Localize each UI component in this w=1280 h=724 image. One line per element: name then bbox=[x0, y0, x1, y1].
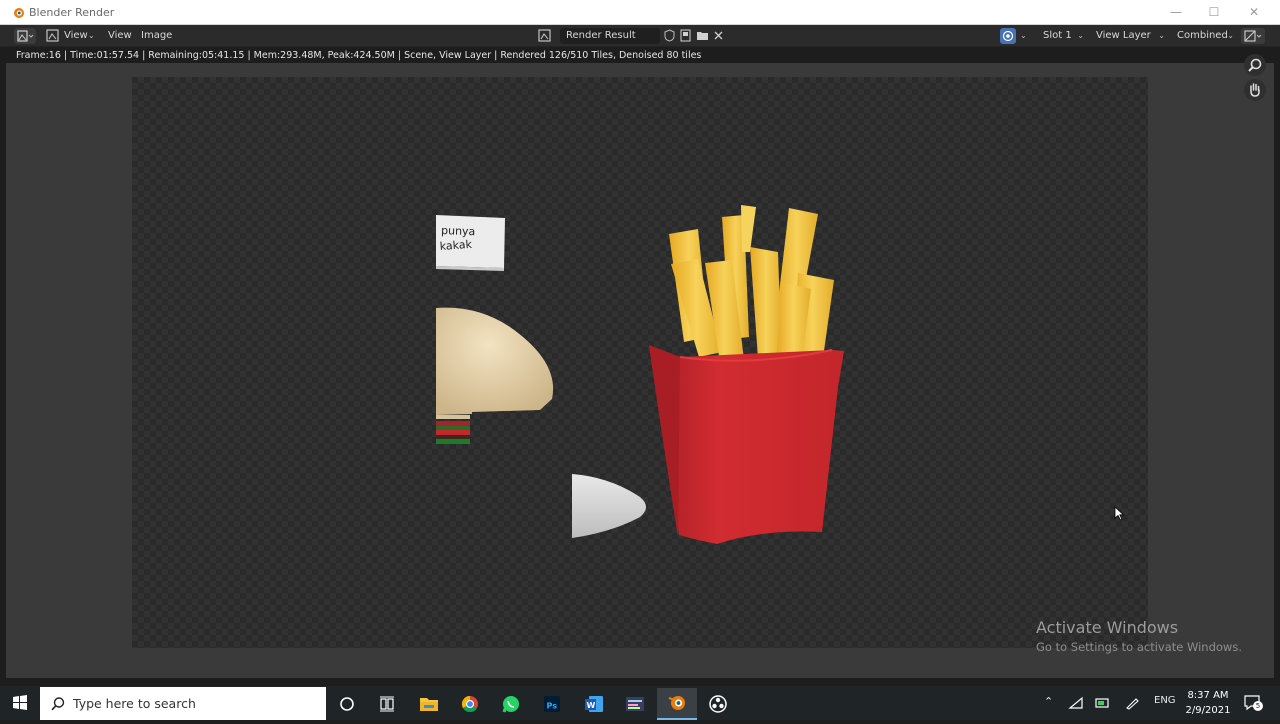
label-text-line-1: punya bbox=[441, 224, 476, 238]
image-editor-icon bbox=[17, 30, 34, 42]
mouse-cursor-icon bbox=[1114, 506, 1125, 521]
file-explorer-button[interactable] bbox=[409, 688, 449, 720]
image-menu[interactable]: Image bbox=[141, 29, 172, 43]
chrome-button[interactable] bbox=[450, 688, 490, 720]
view-menu-2[interactable]: View bbox=[108, 29, 132, 43]
pen-icon[interactable] bbox=[1124, 696, 1140, 710]
view-layer-dropdown[interactable]: View Layer ⌄ bbox=[1089, 28, 1169, 44]
word-button[interactable]: W bbox=[574, 688, 614, 720]
obs-icon bbox=[709, 695, 727, 713]
maximize-button[interactable]: ☐ bbox=[1196, 3, 1232, 22]
browse-image-icon[interactable] bbox=[538, 29, 551, 42]
render-result-canvas[interactable]: punya kakak bbox=[132, 77, 1148, 648]
app-icon bbox=[626, 697, 644, 711]
open-image-icon[interactable] bbox=[696, 29, 709, 42]
chevron-down-icon: ⌄ bbox=[1227, 31, 1234, 40]
pan-hand-icon bbox=[1250, 83, 1260, 97]
activate-windows-title: Activate Windows bbox=[1036, 618, 1179, 637]
render-stats: Frame:16 | Time:01:57.54 | Remaining:05:… bbox=[16, 50, 702, 61]
burger bbox=[436, 307, 554, 444]
chevron-down-icon: ⌄ bbox=[1158, 31, 1165, 40]
close-icon[interactable] bbox=[712, 29, 725, 42]
clock-date: 2/9/2021 bbox=[1185, 705, 1231, 716]
render-pass-label: Combined bbox=[1177, 30, 1228, 41]
search-placeholder: Type here to search bbox=[73, 696, 196, 711]
notification-count-badge: 5 bbox=[1253, 701, 1263, 711]
blender-logo-icon bbox=[14, 8, 24, 18]
render-image: punya kakak bbox=[436, 205, 844, 544]
task-view-button[interactable] bbox=[367, 688, 407, 720]
svg-text:Ps: Ps bbox=[547, 702, 558, 711]
clock-time: 8:37 AM bbox=[1187, 690, 1229, 701]
blender-icon bbox=[668, 696, 685, 710]
chevron-down-icon: ⌄ bbox=[88, 31, 95, 40]
windows-start-icon bbox=[13, 695, 27, 710]
pan-button[interactable] bbox=[1244, 79, 1266, 101]
view-menu[interactable]: View bbox=[64, 29, 88, 43]
label-text-line-2: kakak bbox=[439, 238, 473, 253]
french-fries bbox=[669, 205, 834, 372]
task-view-icon bbox=[380, 696, 394, 712]
channels-icon bbox=[1244, 30, 1262, 42]
close-window-button[interactable]: ✕ bbox=[1236, 3, 1272, 22]
file-explorer-icon bbox=[420, 698, 438, 711]
activate-windows-subtitle: Go to Settings to activate Windows. bbox=[1036, 640, 1242, 654]
cortana-button[interactable] bbox=[327, 688, 367, 720]
view-layer-label: View Layer bbox=[1096, 30, 1151, 41]
windows-taskbar: Type here to search Ps W ⌃ ENG 8:37 AM 2… bbox=[0, 686, 1280, 720]
display-channels-icon bbox=[1002, 30, 1014, 42]
image-editor-header: View ⌄ View Image Render Result ⌄ Slot 1… bbox=[0, 25, 1280, 47]
plate bbox=[572, 474, 646, 538]
slot-dropdown[interactable]: Slot 1 ⌄ bbox=[1036, 28, 1088, 44]
notifications-button[interactable]: 5 bbox=[1242, 694, 1264, 712]
start-button[interactable] bbox=[0, 686, 40, 720]
render-pass-dropdown[interactable]: Combined ⌄ bbox=[1170, 28, 1238, 44]
image-name-field[interactable]: Render Result bbox=[560, 28, 660, 44]
new-image-icon[interactable] bbox=[679, 29, 692, 42]
svg-text:W: W bbox=[587, 701, 596, 710]
window-title: Blender Render bbox=[29, 6, 115, 19]
editor-type-button[interactable] bbox=[14, 28, 36, 44]
slot-label: Slot 1 bbox=[1043, 30, 1072, 41]
view-mode-icon[interactable] bbox=[46, 29, 59, 42]
taskbar-search-box[interactable]: Type here to search bbox=[40, 687, 326, 720]
display-toggle-button[interactable] bbox=[1000, 28, 1016, 44]
photoshop-button[interactable]: Ps bbox=[532, 688, 572, 720]
blender-taskbar-button[interactable] bbox=[657, 688, 697, 720]
language-indicator[interactable]: ENG bbox=[1154, 695, 1176, 706]
chevron-down-icon: ⌄ bbox=[1077, 31, 1084, 40]
display-mode-button[interactable] bbox=[1241, 28, 1265, 44]
show-hidden-icons-button[interactable]: ⌃ bbox=[1044, 695, 1053, 708]
search-icon bbox=[51, 697, 65, 711]
whatsapp-button[interactable] bbox=[491, 688, 531, 720]
chevron-down-icon: ⌄ bbox=[1020, 31, 1027, 40]
whatsapp-icon bbox=[502, 696, 519, 713]
fries-box bbox=[649, 345, 844, 544]
cortana-icon bbox=[340, 697, 354, 711]
network-icon[interactable] bbox=[1068, 696, 1084, 710]
word-icon: W bbox=[585, 696, 603, 712]
clock[interactable]: 8:37 AM 2/9/2021 bbox=[1183, 688, 1233, 718]
battery-icon[interactable] bbox=[1095, 696, 1111, 710]
obs-button[interactable] bbox=[698, 688, 738, 720]
zoom-icon bbox=[1248, 58, 1262, 72]
minimize-button[interactable]: — bbox=[1158, 3, 1194, 22]
fake-user-icon[interactable] bbox=[663, 29, 676, 42]
photoshop-icon: Ps bbox=[544, 696, 560, 712]
app-button[interactable] bbox=[615, 688, 655, 720]
chrome-icon bbox=[461, 695, 478, 713]
zoom-button[interactable] bbox=[1244, 54, 1266, 76]
window-title-bar: Blender Render — ☐ ✕ bbox=[0, 0, 1280, 25]
